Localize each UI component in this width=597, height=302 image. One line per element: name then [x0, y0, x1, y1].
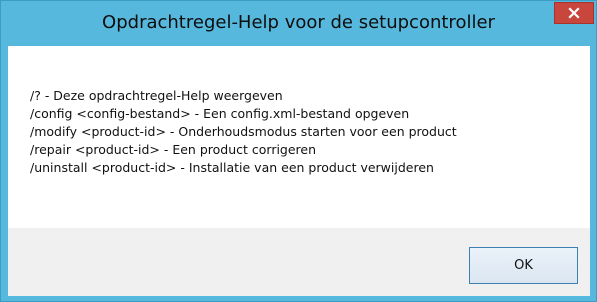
- help-line: /repair <product-id> - Een product corri…: [30, 142, 317, 157]
- help-line: /modify <product-id> - Onderhoudsmodus s…: [30, 124, 457, 139]
- help-line: /? - Deze opdrachtregel-Help weergeven: [30, 88, 283, 103]
- dialog-title: Opdrachtregel-Help voor de setupcontroll…: [102, 12, 495, 33]
- title-bar[interactable]: Opdrachtregel-Help voor de setupcontroll…: [1, 1, 596, 45]
- ok-button[interactable]: OK: [469, 247, 578, 284]
- help-line: /uninstall <product-id> - Installatie va…: [30, 160, 434, 175]
- close-icon: [568, 7, 580, 19]
- dialog-body: /? - Deze opdrachtregel-Help weergeven /…: [8, 46, 590, 296]
- help-text-area: /? - Deze opdrachtregel-Help weergeven /…: [8, 46, 590, 228]
- close-button[interactable]: [554, 2, 594, 24]
- help-lines: /? - Deze opdrachtregel-Help weergeven /…: [30, 87, 457, 177]
- dialog-window: Opdrachtregel-Help voor de setupcontroll…: [0, 0, 597, 302]
- help-line: /config <config-bestand> - Een config.xm…: [30, 106, 410, 121]
